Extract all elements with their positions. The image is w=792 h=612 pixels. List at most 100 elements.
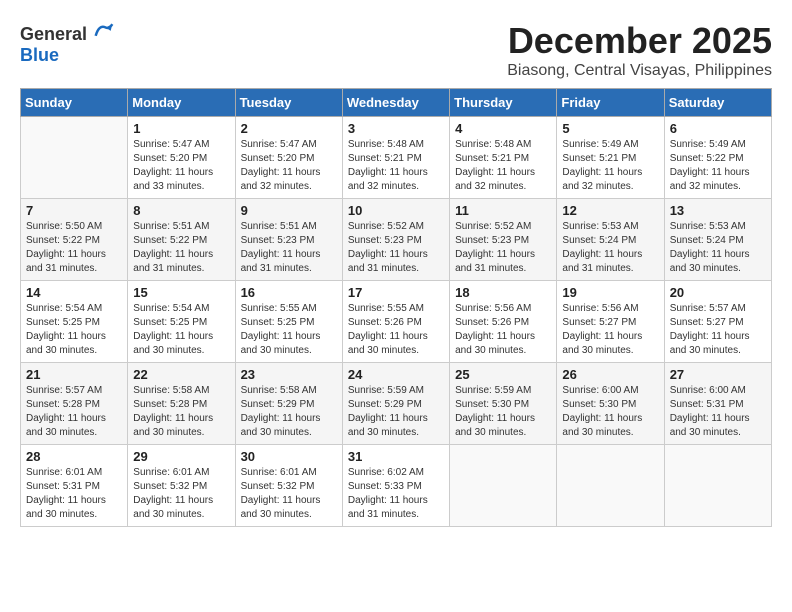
cell-sunset: Sunset: 5:28 PM: [133, 399, 207, 410]
cell-sunset: Sunset: 5:30 PM: [562, 399, 636, 410]
cell-sunrise: Sunrise: 5:58 AM: [241, 385, 317, 396]
calendar-cell: 15 Sunrise: 5:54 AM Sunset: 5:25 PM Dayl…: [128, 281, 235, 363]
calendar-cell: 24 Sunrise: 5:59 AM Sunset: 5:29 PM Dayl…: [342, 363, 449, 445]
calendar-cell: [21, 117, 128, 199]
cell-daylight: Daylight: 11 hours and 31 minutes.: [455, 249, 535, 274]
cell-sunrise: Sunrise: 5:49 AM: [562, 139, 638, 150]
day-number: 23: [241, 367, 337, 382]
cell-daylight: Daylight: 11 hours and 30 minutes.: [133, 331, 213, 356]
calendar-cell: 18 Sunrise: 5:56 AM Sunset: 5:26 PM Dayl…: [450, 281, 557, 363]
cell-sunrise: Sunrise: 6:01 AM: [133, 467, 209, 478]
cell-sunset: Sunset: 5:25 PM: [241, 317, 315, 328]
day-number: 21: [26, 367, 122, 382]
calendar-cell: 31 Sunrise: 6:02 AM Sunset: 5:33 PM Dayl…: [342, 445, 449, 527]
cell-sunrise: Sunrise: 5:57 AM: [26, 385, 102, 396]
day-number: 24: [348, 367, 444, 382]
cell-sunrise: Sunrise: 5:52 AM: [348, 221, 424, 232]
day-number: 3: [348, 121, 444, 136]
calendar-cell: 16 Sunrise: 5:55 AM Sunset: 5:25 PM Dayl…: [235, 281, 342, 363]
cell-sunrise: Sunrise: 5:53 AM: [670, 221, 746, 232]
day-number: 2: [241, 121, 337, 136]
calendar-week-row: 7 Sunrise: 5:50 AM Sunset: 5:22 PM Dayli…: [21, 199, 772, 281]
title-block: December 2025 Biasong, Central Visayas, …: [507, 20, 772, 80]
day-number: 5: [562, 121, 658, 136]
weekday-header: Friday: [557, 89, 664, 117]
calendar-cell: [664, 445, 771, 527]
cell-sunrise: Sunrise: 5:55 AM: [348, 303, 424, 314]
cell-sunset: Sunset: 5:25 PM: [26, 317, 100, 328]
cell-sunrise: Sunrise: 6:00 AM: [670, 385, 746, 396]
calendar-cell: 3 Sunrise: 5:48 AM Sunset: 5:21 PM Dayli…: [342, 117, 449, 199]
location-title: Biasong, Central Visayas, Philippines: [507, 62, 772, 80]
day-number: 11: [455, 203, 551, 218]
calendar-cell: 17 Sunrise: 5:55 AM Sunset: 5:26 PM Dayl…: [342, 281, 449, 363]
cell-sunrise: Sunrise: 5:58 AM: [133, 385, 209, 396]
cell-sunset: Sunset: 5:20 PM: [241, 153, 315, 164]
calendar-cell: 7 Sunrise: 5:50 AM Sunset: 5:22 PM Dayli…: [21, 199, 128, 281]
cell-daylight: Daylight: 11 hours and 31 minutes.: [241, 249, 321, 274]
calendar-week-row: 21 Sunrise: 5:57 AM Sunset: 5:28 PM Dayl…: [21, 363, 772, 445]
cell-sunrise: Sunrise: 5:48 AM: [348, 139, 424, 150]
day-number: 26: [562, 367, 658, 382]
cell-sunset: Sunset: 5:27 PM: [670, 317, 744, 328]
day-number: 9: [241, 203, 337, 218]
cell-daylight: Daylight: 11 hours and 31 minutes.: [26, 249, 106, 274]
cell-daylight: Daylight: 11 hours and 30 minutes.: [562, 413, 642, 438]
logo-general: General: [20, 24, 87, 44]
cell-sunrise: Sunrise: 5:53 AM: [562, 221, 638, 232]
day-number: 30: [241, 449, 337, 464]
calendar-cell: [557, 445, 664, 527]
calendar-cell: [450, 445, 557, 527]
calendar-cell: 23 Sunrise: 5:58 AM Sunset: 5:29 PM Dayl…: [235, 363, 342, 445]
cell-sunset: Sunset: 5:22 PM: [133, 235, 207, 246]
cell-daylight: Daylight: 11 hours and 30 minutes.: [26, 331, 106, 356]
weekday-header: Sunday: [21, 89, 128, 117]
cell-daylight: Daylight: 11 hours and 30 minutes.: [348, 413, 428, 438]
cell-daylight: Daylight: 11 hours and 30 minutes.: [670, 331, 750, 356]
day-number: 19: [562, 285, 658, 300]
day-number: 20: [670, 285, 766, 300]
cell-sunset: Sunset: 5:21 PM: [562, 153, 636, 164]
calendar-cell: 2 Sunrise: 5:47 AM Sunset: 5:20 PM Dayli…: [235, 117, 342, 199]
calendar-cell: 14 Sunrise: 5:54 AM Sunset: 5:25 PM Dayl…: [21, 281, 128, 363]
logo-text: General Blue: [20, 20, 114, 66]
cell-sunrise: Sunrise: 5:47 AM: [241, 139, 317, 150]
cell-daylight: Daylight: 11 hours and 32 minutes.: [670, 167, 750, 192]
cell-sunset: Sunset: 5:28 PM: [26, 399, 100, 410]
cell-daylight: Daylight: 11 hours and 31 minutes.: [562, 249, 642, 274]
cell-sunrise: Sunrise: 5:57 AM: [670, 303, 746, 314]
cell-sunset: Sunset: 5:31 PM: [670, 399, 744, 410]
day-number: 4: [455, 121, 551, 136]
calendar-cell: 11 Sunrise: 5:52 AM Sunset: 5:23 PM Dayl…: [450, 199, 557, 281]
cell-sunrise: Sunrise: 5:54 AM: [26, 303, 102, 314]
day-number: 10: [348, 203, 444, 218]
calendar-cell: 8 Sunrise: 5:51 AM Sunset: 5:22 PM Dayli…: [128, 199, 235, 281]
cell-sunrise: Sunrise: 6:01 AM: [241, 467, 317, 478]
cell-daylight: Daylight: 11 hours and 30 minutes.: [670, 249, 750, 274]
cell-daylight: Daylight: 11 hours and 30 minutes.: [670, 413, 750, 438]
calendar-cell: 13 Sunrise: 5:53 AM Sunset: 5:24 PM Dayl…: [664, 199, 771, 281]
cell-daylight: Daylight: 11 hours and 32 minutes.: [348, 167, 428, 192]
month-title: December 2025: [507, 20, 772, 62]
cell-sunset: Sunset: 5:21 PM: [348, 153, 422, 164]
day-number: 22: [133, 367, 229, 382]
cell-sunset: Sunset: 5:23 PM: [241, 235, 315, 246]
logo: General Blue: [20, 20, 114, 66]
calendar-cell: 9 Sunrise: 5:51 AM Sunset: 5:23 PM Dayli…: [235, 199, 342, 281]
calendar-header-row: SundayMondayTuesdayWednesdayThursdayFrid…: [21, 89, 772, 117]
cell-sunset: Sunset: 5:20 PM: [133, 153, 207, 164]
cell-sunrise: Sunrise: 6:02 AM: [348, 467, 424, 478]
cell-sunset: Sunset: 5:23 PM: [348, 235, 422, 246]
calendar-cell: 30 Sunrise: 6:01 AM Sunset: 5:32 PM Dayl…: [235, 445, 342, 527]
calendar-cell: 29 Sunrise: 6:01 AM Sunset: 5:32 PM Dayl…: [128, 445, 235, 527]
day-number: 16: [241, 285, 337, 300]
cell-sunset: Sunset: 5:29 PM: [348, 399, 422, 410]
cell-daylight: Daylight: 11 hours and 30 minutes.: [455, 331, 535, 356]
calendar-cell: 1 Sunrise: 5:47 AM Sunset: 5:20 PM Dayli…: [128, 117, 235, 199]
day-number: 28: [26, 449, 122, 464]
calendar-cell: 25 Sunrise: 5:59 AM Sunset: 5:30 PM Dayl…: [450, 363, 557, 445]
cell-sunrise: Sunrise: 5:48 AM: [455, 139, 531, 150]
cell-daylight: Daylight: 11 hours and 31 minutes.: [133, 249, 213, 274]
calendar-cell: 10 Sunrise: 5:52 AM Sunset: 5:23 PM Dayl…: [342, 199, 449, 281]
weekday-header: Wednesday: [342, 89, 449, 117]
